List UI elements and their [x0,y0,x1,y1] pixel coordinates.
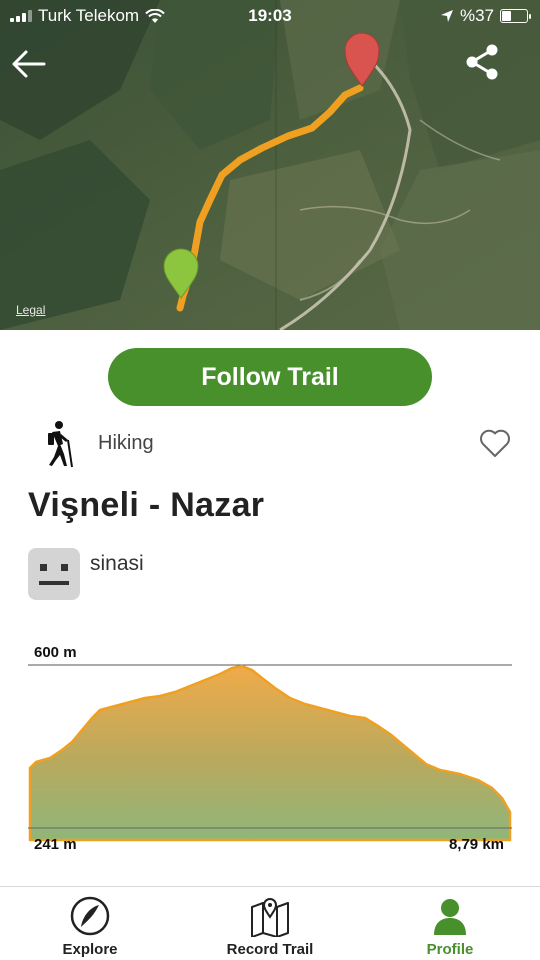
favorite-heart-icon[interactable] [478,426,512,460]
follow-trail-button[interactable]: Follow Trail [108,348,432,406]
explore-icon [70,896,110,936]
status-right: %37 [440,6,531,26]
elevation-min-label: 241 m [34,836,77,853]
activity-type: Hiking [98,432,154,454]
elevation-max-label: 600 m [34,644,77,661]
profile-icon [434,899,466,935]
satellite-map[interactable] [0,0,540,330]
avatar-eye-left [40,564,47,571]
map-pin-icon [251,898,289,937]
share-button[interactable] [462,42,502,82]
elevation-area [28,664,512,842]
tab-explore-label: Explore [62,941,118,958]
tab-bar: Explore Record Trail Profile [0,886,540,960]
back-button[interactable] [8,44,52,84]
tab-profile-label: Profile [426,941,474,958]
battery-icon [500,9,531,23]
trail-title: Vişneli - Nazar [28,486,265,524]
author-name[interactable]: sinasi [90,552,144,576]
back-arrow-icon [12,50,46,78]
status-bar: Turk Telekom 19:03 %37 [0,0,540,32]
legal-link[interactable]: Legal [16,303,45,317]
battery-percent: %37 [459,6,494,25]
tab-profile[interactable]: Profile [380,887,520,960]
trail-distance-label: 8,79 km [448,836,504,853]
location-arrow-icon [440,10,453,22]
avatar-mouth [39,581,69,585]
share-icon [466,44,498,80]
author-avatar[interactable] [28,548,80,600]
tab-record-trail[interactable]: Record Trail [200,887,340,960]
tab-record-trail-label: Record Trail [226,941,314,958]
battery-fill [502,11,511,21]
trail-map[interactable]: Turk Telekom 19:03 %37 Legal [0,0,540,330]
avatar-eye-right [61,564,68,571]
elevation-profile [28,664,512,842]
hiker-icon [48,421,73,468]
tab-explore[interactable]: Explore [20,887,160,960]
